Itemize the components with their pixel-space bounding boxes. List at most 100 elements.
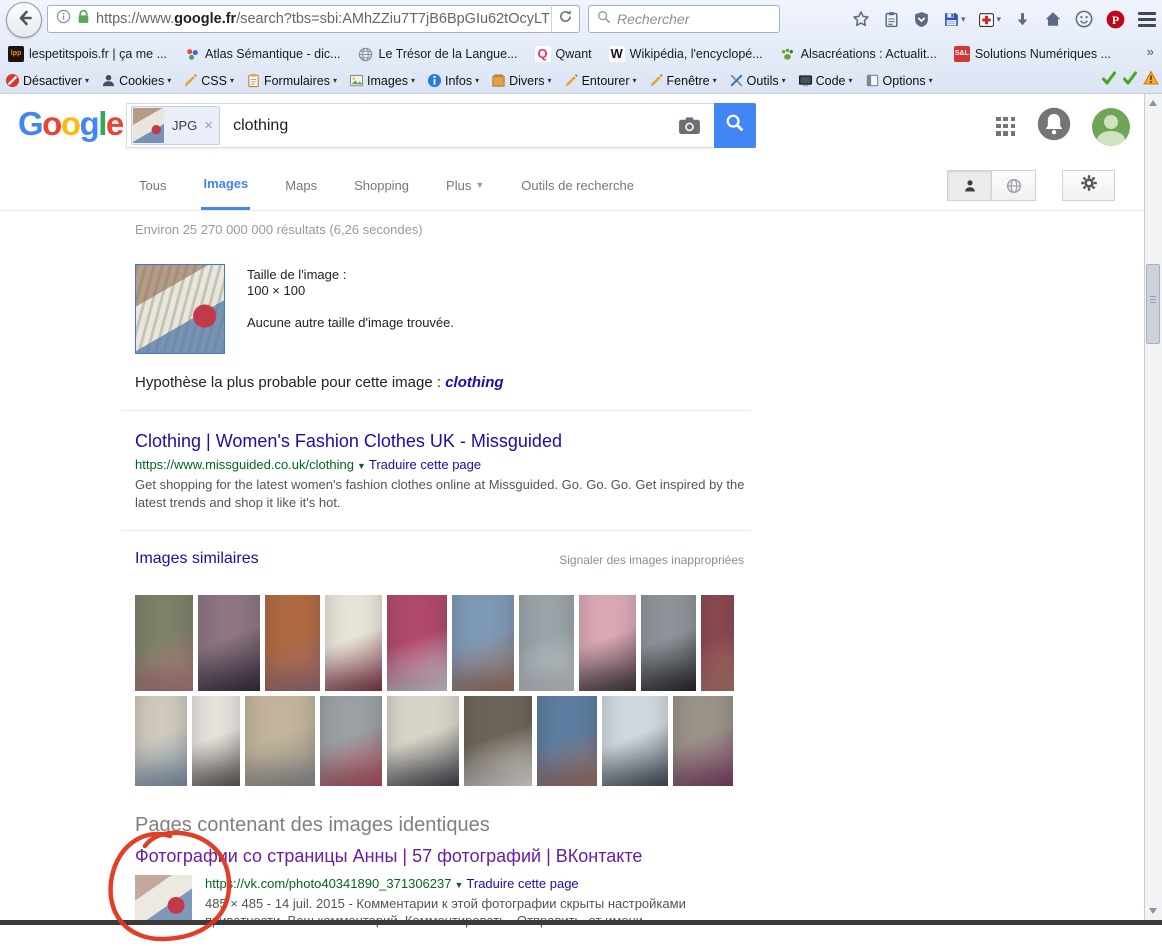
chip-close-icon[interactable]: × — [204, 117, 213, 134]
devbar-menu-clipboard[interactable]: Formulaires ▾ — [246, 73, 337, 88]
similar-image-thumbnail[interactable] — [198, 595, 260, 691]
home-icon[interactable] — [1044, 10, 1062, 28]
similar-image-thumbnail[interactable] — [265, 595, 320, 691]
best-guess-link[interactable]: clothing — [445, 374, 503, 391]
bookmark-item[interactable]: W Wikipédia, l'encyclopé... — [608, 46, 763, 62]
lock-icon[interactable] — [77, 9, 90, 29]
medkit-icon[interactable]: ▾ — [978, 11, 1001, 28]
devbar-menu-pencil[interactable]: Fenêtre ▾ — [649, 73, 717, 88]
similar-image-thumbnail[interactable] — [464, 696, 532, 786]
similar-image-thumbnail[interactable] — [701, 595, 734, 691]
search-query-text[interactable]: clothing — [233, 117, 288, 135]
translate-link[interactable]: Traduire cette page — [466, 876, 578, 891]
similar-image-thumbnail[interactable] — [641, 595, 696, 691]
bookmark-item[interactable]: Alsacréations : Actualit... — [780, 46, 937, 62]
smiley-icon[interactable] — [1075, 10, 1093, 28]
devbar-menu-doc[interactable]: Options ▾ — [865, 73, 933, 88]
tab-images[interactable]: Images — [201, 160, 251, 210]
reload-button[interactable] — [551, 5, 580, 33]
devbar-menu-ban[interactable]: Désactiver ▾ — [5, 73, 89, 88]
similar-image-thumbnail[interactable] — [245, 696, 315, 786]
similar-image-thumbnail[interactable] — [673, 696, 733, 786]
bookmarks-overflow-icon[interactable]: » — [1147, 44, 1154, 59]
url-bar[interactable]: https://www.google.fr/search?tbs=sbi:AMh… — [47, 5, 559, 33]
bookmark-item[interactable]: Q Qwant — [534, 46, 592, 62]
bookmark-item[interactable]: Atlas Sémantique - dic... — [184, 46, 341, 62]
google-search-box[interactable]: JPG × clothing — [126, 103, 715, 148]
identical-pages-heading: Pages contenant des images identiques — [135, 814, 490, 836]
result-caret-icon[interactable]: ▼ — [454, 880, 463, 890]
devbar-menu-tools[interactable]: Outils ▾ — [729, 73, 786, 88]
info-icon — [427, 73, 442, 88]
tab-tous[interactable]: Tous — [137, 160, 168, 210]
pinterest-icon[interactable]: P — [1106, 10, 1125, 29]
vertical-scrollbar[interactable] — [1144, 94, 1162, 920]
similar-image-thumbnail[interactable] — [325, 595, 382, 691]
devbar-menu-user[interactable]: Cookies ▾ — [101, 73, 171, 88]
settings-button[interactable] — [1062, 170, 1115, 201]
similar-image-thumbnail[interactable] — [387, 595, 447, 691]
result-title-link[interactable]: Clothing | Women's Fashion Clothes UK - … — [135, 431, 562, 452]
similar-image-thumbnail[interactable] — [537, 696, 597, 786]
vk-result-thumbnail[interactable] — [135, 875, 192, 921]
devbar-menu-pencil[interactable]: CSS ▾ — [183, 73, 234, 88]
chevron-down-icon[interactable]: ▾ — [961, 14, 966, 25]
similar-image-thumbnail[interactable] — [602, 696, 668, 786]
downloads-icon[interactable] — [1014, 11, 1031, 28]
bookmark-favicon-icon: W — [608, 46, 625, 62]
tab-shopping[interactable]: Shopping — [352, 160, 411, 210]
image-icon — [349, 73, 364, 88]
report-images-link[interactable]: Signaler des images inappropriées — [559, 553, 744, 567]
devbar-menu-pencil[interactable]: Entourer ▾ — [564, 73, 637, 88]
shield-icon[interactable] — [913, 11, 930, 28]
devbar-menu-screen[interactable]: Code ▾ — [798, 73, 853, 88]
scroll-down-arrow[interactable] — [1145, 903, 1161, 919]
tab-plus[interactable]: Plus ▼ — [444, 160, 486, 210]
similar-image-thumbnail[interactable] — [135, 696, 187, 786]
translate-link[interactable]: Traduire cette page — [369, 457, 481, 472]
bookmark-item[interactable]: S&L Solutions Numériques ... — [953, 46, 1111, 62]
similar-image-thumbnail[interactable] — [452, 595, 514, 691]
menu-icon[interactable] — [1138, 11, 1156, 27]
result-caret-icon[interactable]: ▼ — [357, 461, 366, 471]
globe-results-toggle[interactable] — [992, 170, 1036, 201]
save-floppy-icon[interactable]: ▾ — [943, 11, 966, 28]
browser-search-field[interactable]: Rechercher — [588, 5, 780, 33]
chevron-down-icon[interactable]: ▾ — [996, 14, 1001, 25]
image-chip[interactable]: JPG × — [131, 106, 221, 145]
devbar-menu-box[interactable]: Divers ▾ — [491, 73, 552, 88]
query-image-large[interactable] — [135, 264, 225, 354]
devbar-menu-info[interactable]: Infos ▾ — [427, 73, 479, 88]
google-logo[interactable]: Google — [18, 105, 124, 143]
person-results-toggle[interactable] — [947, 170, 992, 201]
devbar-menu-image[interactable]: Images ▾ — [349, 73, 415, 88]
reload-icon — [558, 9, 573, 29]
bookmark-star-icon[interactable] — [852, 10, 870, 28]
bookmark-item[interactable]: Le Trésor de la Langue... — [358, 46, 518, 62]
bookmark-item[interactable]: lpp lespetitspois.fr | ça me ... — [8, 46, 167, 62]
notifications-bell-icon[interactable] — [1037, 107, 1071, 146]
apps-grid-icon[interactable] — [996, 116, 1016, 137]
chevron-down-icon: ▾ — [547, 76, 552, 85]
search-button[interactable] — [714, 103, 756, 148]
account-avatar[interactable] — [1092, 107, 1130, 146]
tab-maps[interactable]: Maps — [283, 160, 319, 210]
similar-image-thumbnail[interactable] — [519, 595, 574, 691]
similar-image-thumbnail[interactable] — [320, 696, 382, 786]
vk-result-title-link[interactable]: Фотографии со страницы Анны | 57 фотогра… — [135, 846, 642, 867]
site-info-icon[interactable] — [56, 9, 71, 29]
similar-image-thumbnail[interactable] — [192, 696, 240, 786]
logo-letter: l — [98, 105, 107, 142]
clipboard-icon[interactable] — [883, 11, 900, 28]
tab-outils-de-recherche[interactable]: Outils de recherche — [519, 160, 636, 210]
scroll-up-arrow[interactable] — [1145, 95, 1161, 111]
devbar-menu-label: Outils — [746, 73, 779, 88]
scrollbar-thumb[interactable] — [1146, 264, 1160, 344]
similar-image-thumbnail[interactable] — [135, 595, 193, 691]
similar-image-thumbnail[interactable] — [579, 595, 636, 691]
similar-images-link[interactable]: Images similaires — [135, 550, 259, 568]
similar-image-thumbnail[interactable] — [387, 696, 459, 786]
tab-label: Plus — [446, 177, 472, 193]
camera-icon[interactable] — [678, 116, 701, 135]
back-button[interactable] — [6, 2, 42, 38]
